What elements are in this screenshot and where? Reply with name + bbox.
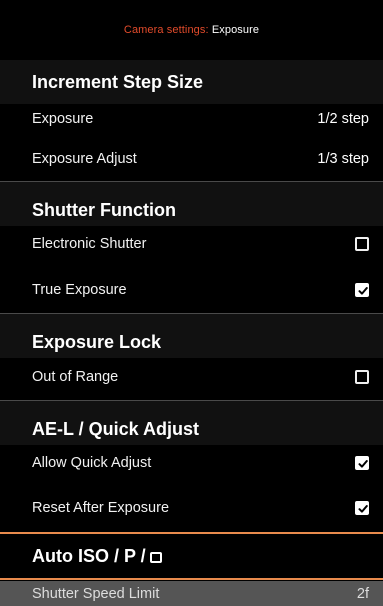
square-mode-icon [149, 552, 162, 563]
title-current: Exposure [211, 24, 260, 36]
out-of-range-checkbox[interactable] [355, 370, 369, 384]
checkmark-icon [358, 287, 368, 295]
title-prefix: Camera settings: [123, 24, 209, 36]
setting-row-electronic-shutter[interactable]: Electronic Shutter [0, 225, 383, 263]
section-header-increment: Increment Step Size [0, 60, 383, 104]
setting-label: Out of Range [32, 369, 119, 385]
setting-row-out-of-range[interactable]: Out of Range [0, 358, 383, 396]
section-header-shutter: Shutter Function [0, 182, 383, 226]
setting-label: Shutter Speed Limit [32, 585, 160, 602]
setting-label: Reset After Exposure [32, 500, 170, 516]
setting-row-reset-after-exposure[interactable]: Reset After Exposure [0, 489, 383, 527]
setting-row-shutter-speed-limit[interactable]: Shutter Speed Limit 2f [0, 581, 383, 606]
setting-label: True Exposure [32, 282, 127, 298]
screen-title: Camera settings: Exposure [0, 0, 383, 60]
setting-label: Allow Quick Adjust [32, 455, 152, 471]
electronic-shutter-checkbox[interactable] [355, 237, 369, 251]
setting-value: 2f [356, 585, 369, 602]
setting-row-exposure[interactable]: Exposure 1/2 step [0, 100, 383, 138]
true-exposure-checkbox[interactable] [355, 283, 369, 297]
setting-label: Electronic Shutter [32, 236, 147, 252]
checkmark-icon [358, 460, 368, 468]
setting-label: Exposure [32, 111, 94, 127]
checkmark-icon [358, 505, 368, 513]
setting-value: 1/3 step [317, 151, 369, 167]
settings-panel: Camera settings: Exposure Increment Step… [0, 0, 383, 606]
section-header-ael: AE-L / Quick Adjust [0, 401, 383, 445]
setting-row-allow-quick-adjust[interactable]: Allow Quick Adjust [0, 444, 383, 482]
allow-quick-adjust-checkbox[interactable] [355, 456, 369, 470]
auto-iso-label: Auto ISO / P / [32, 546, 146, 566]
section-header-auto-iso: Auto ISO / P / [0, 534, 383, 578]
section-header-exposure-lock: Exposure Lock [0, 314, 383, 358]
setting-row-exposure-adjust[interactable]: Exposure Adjust 1/3 step [0, 140, 383, 178]
setting-label: Exposure Adjust [32, 151, 137, 167]
setting-value: 1/2 step [317, 111, 369, 127]
reset-after-exposure-checkbox[interactable] [355, 501, 369, 515]
highlight-line-bottom [0, 578, 383, 580]
setting-row-true-exposure[interactable]: True Exposure [0, 271, 383, 309]
